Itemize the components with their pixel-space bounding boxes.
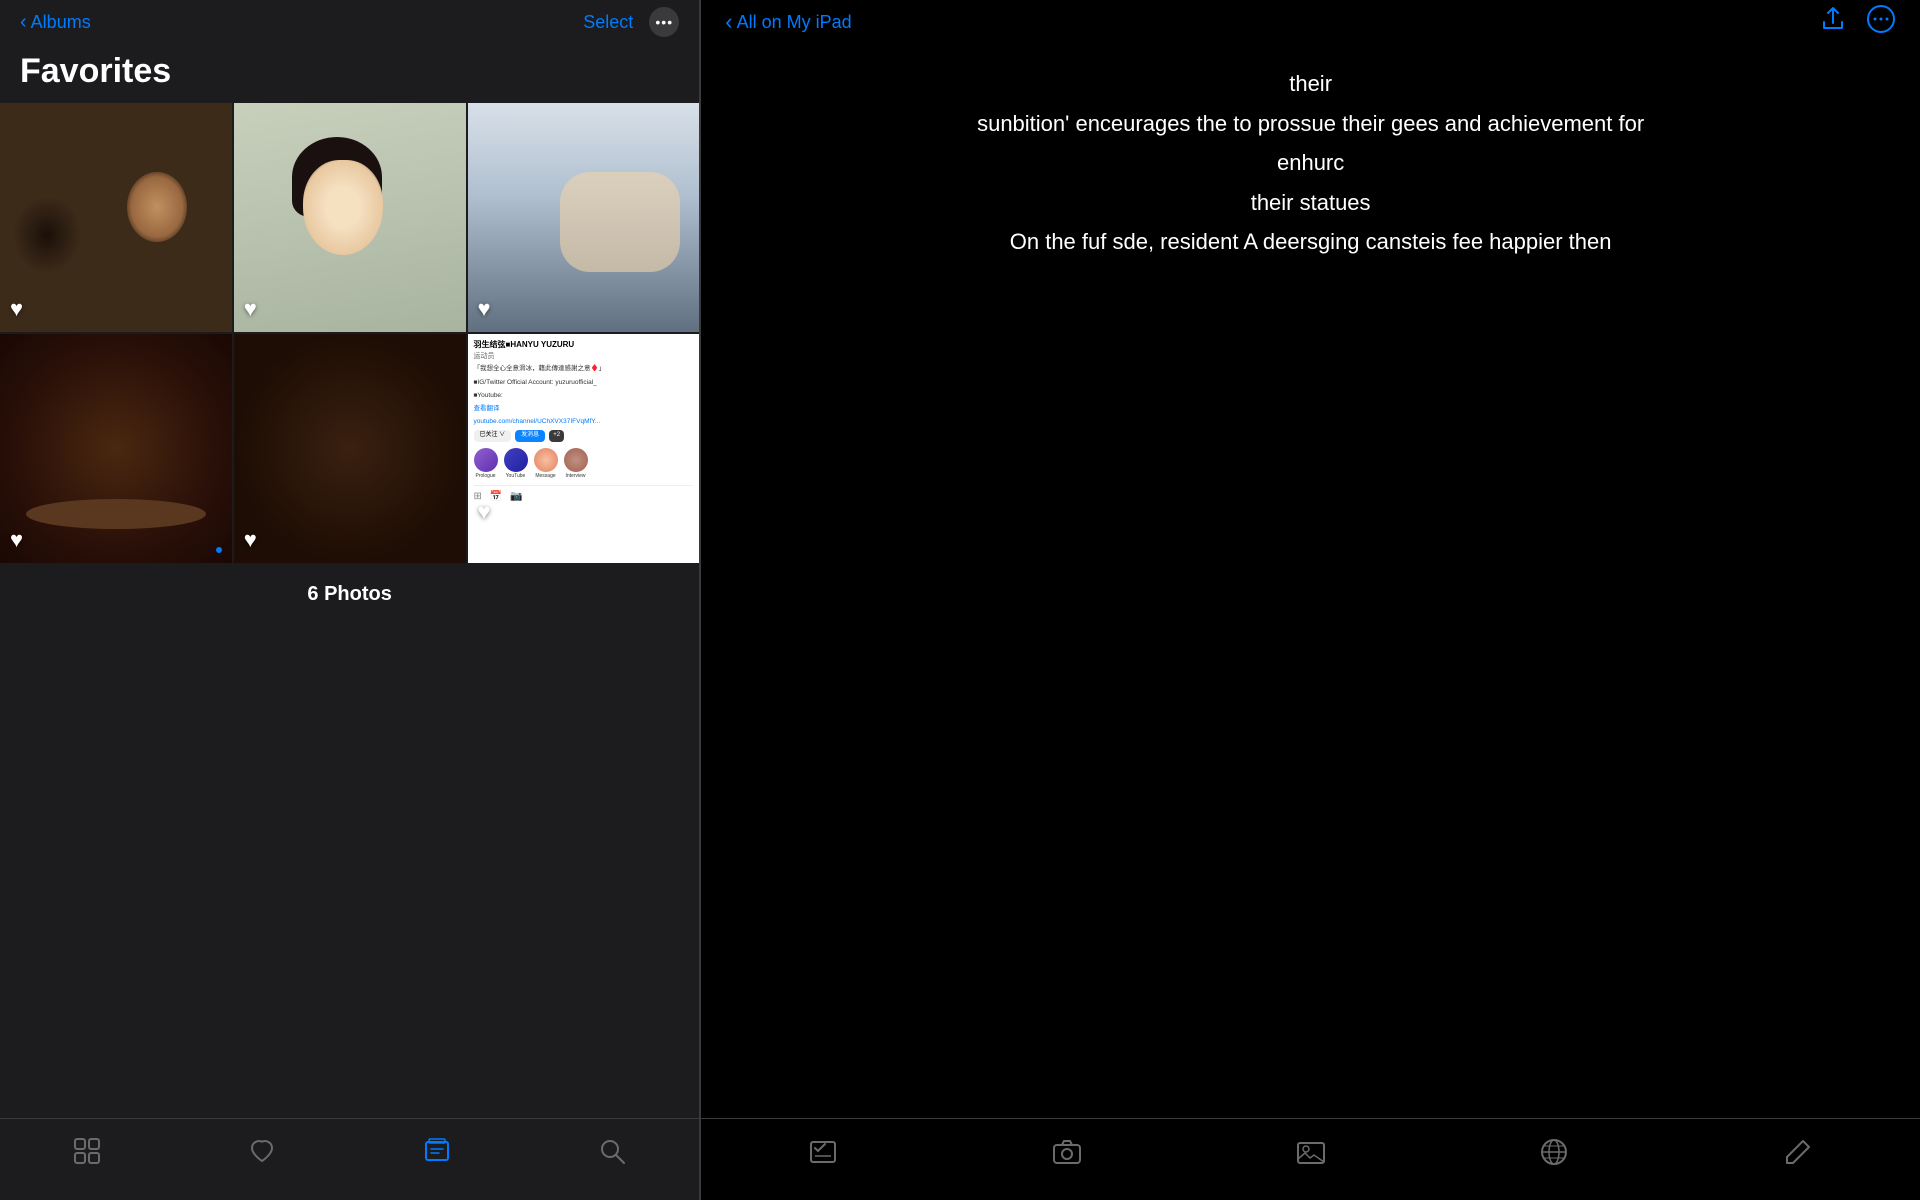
select-button[interactable]: Select [583,12,633,33]
social-name: 羽生结弦■HANYU YUZURU [474,340,694,350]
search-icon [598,1137,626,1172]
more-button[interactable]: ••• [649,7,679,37]
photo-cell-5[interactable]: ♥ [234,334,466,563]
camera-icon-right [1052,1137,1082,1172]
tab-albums[interactable] [350,1137,525,1172]
library-icon [73,1137,101,1172]
photo-cell-2[interactable]: ♥ [234,103,466,332]
photo-cell-6[interactable]: 羽生结弦■HANYU YUZURU 运动员 「我想全心全意滑冰，藉此傳達感謝之意… [468,334,700,563]
heart-icon-4: ♥ [10,527,23,553]
right-header-actions [1820,4,1896,40]
favorites-title: Favorites [0,44,699,103]
albums-back-button[interactable]: ‹ Albums [20,12,91,33]
social-role: 运动员 [474,352,694,361]
heart-icon-3: ♥ [478,296,491,322]
tab-search[interactable] [524,1137,699,1172]
right-header: ‹ All on My iPad [701,0,1920,44]
right-tab-checklist[interactable] [701,1137,945,1172]
heart-icon-1: ♥ [10,296,23,322]
back-label: Albums [31,12,91,33]
text-line-1: their [1289,71,1332,96]
social-url: youtube.com/channel/UChXVX37IFVqMfY... [474,417,694,426]
heart-icon-2: ♥ [244,296,257,322]
text-line-2: sunbition' enceurages the to prossue the… [977,111,1644,136]
photo-cell-1[interactable]: ♥ [0,103,232,332]
right-text-block: their sunbition' enceurages the to pross… [861,64,1761,262]
albums-icon [423,1137,451,1172]
foryou-icon [248,1137,276,1172]
right-back-label: All on My iPad [737,12,852,33]
all-on-ipad-back-button[interactable]: ‹ All on My iPad [725,9,851,35]
photos-count: 6 Photos [0,563,699,626]
right-tab-camera[interactable] [945,1137,1189,1172]
text-line-3: enhurc [1277,150,1344,175]
tab-library[interactable] [0,1137,175,1172]
right-back-chevron-icon: ‹ [725,9,732,35]
progress-indicator [216,547,222,553]
right-tab-photo-library[interactable] [1189,1137,1433,1172]
back-chevron-icon: ‹ [20,12,27,32]
globe-icon [1539,1137,1569,1172]
social-icons-row: Prologue YouTube Message Interview [474,448,694,480]
social-desc2: ■IG/Twitter Official Account: yuzuruoffi… [474,378,694,387]
more-options-button[interactable] [1866,4,1896,40]
header-actions: Select ••• [583,7,679,37]
social-screenshot: 羽生结弦■HANYU YUZURU 运动员 「我想全心全意滑冰，藉此傳達感謝之意… [468,334,700,563]
social-desc1: 「我想全心全意滑冰，藉此傳達感謝之意♦️」 [474,364,694,373]
text-line-4: their statues [1251,190,1371,215]
left-bottom-tabs [0,1118,699,1200]
photo-cell-3[interactable]: ♥ [468,103,700,332]
social-desc3: ■Youtube: [474,391,694,400]
text-line-5: On the fuf sde, resident A deersging can… [1010,229,1612,254]
heart-icon-6: ♥ [478,499,491,525]
right-content: their sunbition' enceurages the to pross… [701,44,1920,601]
message-button[interactable]: 发消息 [515,430,545,442]
heart-icon-5: ♥ [244,527,257,553]
more-dots-icon: ••• [655,14,673,30]
edit-icon [1783,1137,1813,1172]
right-tab-edit[interactable] [1676,1137,1920,1172]
photo-cell-4[interactable]: ♥ [0,334,232,563]
right-bottom-tabs [701,1118,1920,1200]
photo-grid: ♥ ♥ ♥ ♥ ♥ [0,103,699,563]
checklist-icon [808,1137,838,1172]
social-desc4: 查看翻译 [474,404,694,413]
right-panel: ‹ All on My iPad their [701,0,1920,1200]
right-tab-globe[interactable] [1433,1137,1677,1172]
tab-foryou[interactable] [175,1137,350,1172]
follow-button[interactable]: 已关注 ∨ [474,430,512,442]
photo-library-icon [1296,1137,1326,1172]
left-header: ‹ Albums Select ••• [0,0,699,44]
left-panel: ‹ Albums Select ••• Favorites ♥ [0,0,699,1200]
share-button[interactable] [1820,6,1846,38]
